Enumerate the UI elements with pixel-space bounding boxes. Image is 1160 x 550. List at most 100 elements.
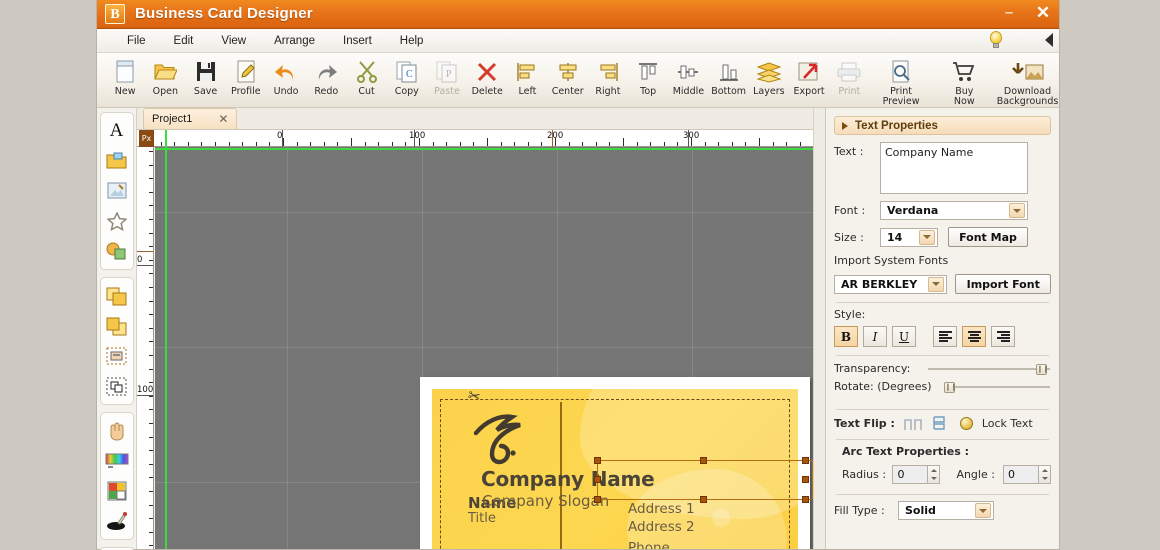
align-object-icon[interactable] — [103, 342, 131, 370]
align-left-icon — [507, 58, 547, 85]
design-stage[interactable]: Name Title Company Name Company Slogan A… — [155, 147, 813, 549]
font-value: Verdana — [887, 204, 939, 217]
rotate-slider[interactable]: ❙❙ — [944, 382, 1050, 393]
horizontal-ruler[interactable]: 0 100 200 300 — [137, 130, 813, 147]
align-center-button[interactable] — [962, 326, 986, 347]
text-properties-header[interactable]: Text Properties — [834, 116, 1051, 135]
toolbar-align-middle[interactable]: Middle — [668, 56, 708, 97]
toolbar-delete[interactable]: Delete — [467, 56, 507, 97]
fill-type-select[interactable]: Solid — [898, 501, 994, 520]
toolbar-copy[interactable]: C Copy — [387, 56, 427, 97]
toolbar-export[interactable]: Export — [789, 56, 829, 97]
guide-line-vertical[interactable] — [165, 147, 167, 549]
toolbar-align-top[interactable]: Top — [628, 56, 668, 97]
lightbulb-icon[interactable] — [987, 31, 1005, 50]
radius-value[interactable]: 0 — [892, 465, 929, 484]
flip-vertical-icon[interactable] — [932, 416, 951, 431]
menu-view[interactable]: View — [207, 33, 260, 49]
toolbar-open[interactable]: Open — [145, 56, 185, 97]
group-objects-icon[interactable] — [103, 372, 131, 400]
transparency-slider[interactable]: ❙❙ — [928, 364, 1050, 375]
toolbar-label: Center — [551, 86, 584, 97]
vertical-ruler[interactable]: 0 100 — [137, 147, 154, 549]
main-toolbar: New Open Save Profile Undo Redo Cut C Co… — [97, 53, 1059, 108]
toolbar-redo[interactable]: Redo — [306, 56, 346, 97]
toolbar-print-preview[interactable]: Print Preview — [869, 56, 932, 107]
toolbar-profile[interactable]: Profile — [226, 56, 266, 97]
toolbar-cut[interactable]: Cut — [346, 56, 386, 97]
redo-arrow-icon — [306, 58, 346, 85]
toolbar-align-left[interactable]: Left — [507, 56, 547, 97]
flip-horizontal-icon[interactable] — [904, 416, 923, 431]
selection-handle — [594, 457, 601, 464]
align-left-button[interactable] — [933, 326, 957, 347]
shapes-tool-icon[interactable] — [103, 237, 131, 265]
open-image-folder-icon[interactable] — [103, 147, 131, 175]
tab-label: Project1 — [152, 113, 193, 125]
chevron-down-icon[interactable] — [919, 229, 935, 245]
toolbar-label: Save — [193, 86, 218, 97]
tab-project1[interactable]: Project1 ✕ — [143, 108, 238, 129]
shape-star-icon[interactable] — [103, 207, 131, 235]
menu-help[interactable]: Help — [386, 33, 438, 49]
toolbar-align-bottom[interactable]: Bottom — [709, 56, 749, 97]
size-select[interactable]: 14 — [880, 227, 938, 247]
ink-dropper-icon[interactable] — [103, 507, 131, 535]
angle-spin-buttons[interactable] — [1039, 465, 1051, 484]
font-select[interactable]: Verdana — [880, 201, 1028, 220]
toolbar-align-center[interactable]: Center — [548, 56, 588, 97]
import-font-button[interactable]: Import Font — [955, 274, 1051, 294]
send-backward-icon[interactable] — [103, 312, 131, 340]
color-swatch-icon[interactable] — [103, 477, 131, 505]
radius-spin-buttons[interactable] — [928, 465, 941, 484]
gradient-palette-icon[interactable] — [103, 447, 131, 475]
underline-button[interactable]: U — [892, 326, 916, 347]
bold-button[interactable]: B — [834, 326, 858, 347]
angle-stepper[interactable]: 0 — [1003, 465, 1051, 484]
picture-tool-icon[interactable] — [103, 177, 131, 205]
angle-value[interactable]: 0 — [1003, 465, 1039, 484]
floppy-disk-icon — [185, 58, 225, 85]
toolbar-layers[interactable]: Layers — [749, 56, 789, 97]
ruler-unit-label: Px — [139, 130, 154, 147]
toolbar-label: Print — [838, 86, 861, 97]
chevron-down-icon[interactable] — [1009, 203, 1025, 218]
toolbar-label: Delete — [471, 86, 503, 97]
toolbar-align-right[interactable]: Right — [588, 56, 628, 97]
minimize-button[interactable]: – — [999, 3, 1019, 23]
toolbar-download-backgrounds[interactable]: Download Backgrounds — [996, 56, 1059, 107]
selection-handle — [802, 457, 809, 464]
chevron-down-icon[interactable] — [975, 503, 991, 518]
menu-arrange[interactable]: Arrange — [260, 33, 329, 49]
text-tool-icon[interactable]: A — [103, 117, 131, 145]
close-button[interactable]: ✕ — [1033, 3, 1053, 23]
menu-edit[interactable]: Edit — [160, 33, 208, 49]
bring-forward-icon[interactable] — [103, 282, 131, 310]
align-right-button[interactable] — [991, 326, 1015, 347]
toolbar-buy-now[interactable]: Buy Now — [933, 56, 996, 107]
tab-close-icon[interactable]: ✕ — [218, 112, 228, 126]
text-input[interactable] — [880, 142, 1028, 194]
transparency-slider-handle[interactable]: ❙❙ — [1036, 364, 1049, 375]
lock-text-label[interactable]: Lock Text — [982, 417, 1033, 430]
business-card[interactable]: Name Title Company Name Company Slogan A… — [432, 389, 798, 549]
svg-text:C: C — [406, 69, 413, 80]
toolbar-save[interactable]: Save — [185, 56, 225, 97]
menu-file[interactable]: File — [113, 33, 160, 49]
radius-stepper[interactable]: 0 — [892, 465, 941, 484]
divider — [836, 302, 1049, 303]
toolbar-undo[interactable]: Undo — [266, 56, 306, 97]
toolbar-label: Paste — [434, 86, 460, 97]
divider — [836, 409, 1049, 410]
rotate-slider-handle[interactable]: ❙❙ — [944, 382, 957, 393]
hand-pan-icon[interactable] — [103, 417, 131, 445]
guide-line-horizontal[interactable] — [155, 148, 813, 150]
menu-insert[interactable]: Insert — [329, 33, 386, 49]
lock-icon[interactable] — [959, 417, 973, 430]
italic-button[interactable]: I — [863, 326, 887, 347]
chevron-down-icon[interactable] — [928, 276, 945, 292]
font-map-button[interactable]: Font Map — [948, 227, 1028, 247]
system-font-select[interactable]: AR BERKLEY — [834, 274, 948, 294]
toolbar-new[interactable]: New — [105, 56, 145, 97]
panel-collapse-arrow-icon[interactable] — [1045, 33, 1053, 47]
